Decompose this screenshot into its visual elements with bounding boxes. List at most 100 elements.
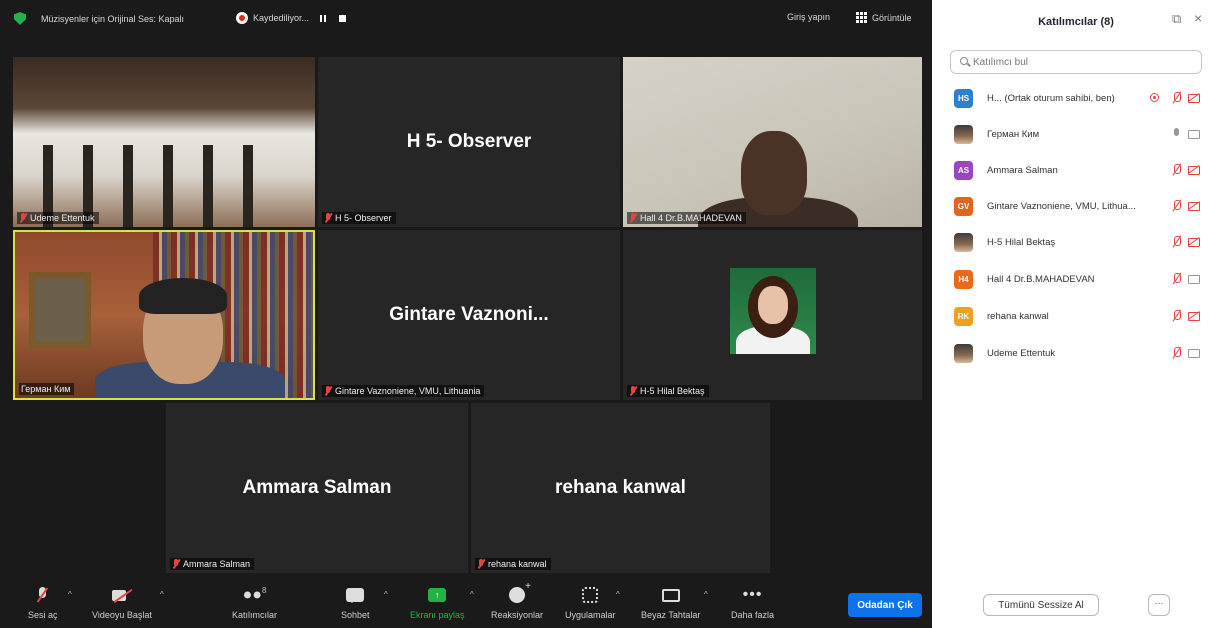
- mic-muted-icon[interactable]: [1172, 92, 1182, 103]
- mic-muted-icon[interactable]: [1172, 347, 1182, 358]
- profile-photo: [730, 268, 816, 354]
- video-tile-udeme[interactable]: Udeme Ettentuk: [13, 57, 315, 227]
- avatar: H4: [954, 269, 973, 289]
- participant-search-input[interactable]: [950, 50, 1202, 74]
- whiteboard-icon: [661, 588, 680, 602]
- participant-row[interactable]: RK rehana kanwal: [932, 298, 1220, 334]
- mic-muted-icon[interactable]: [1172, 164, 1182, 175]
- more-button[interactable]: ••• Daha fazla: [731, 584, 774, 621]
- shield-icon: [14, 12, 26, 25]
- avatar: [954, 232, 973, 252]
- mic-muted-icon[interactable]: [1172, 273, 1182, 284]
- participant-row[interactable]: AS Ammara Salman: [932, 152, 1220, 188]
- video-tile-h5-observer[interactable]: H 5- Observer H 5- Observer: [318, 57, 620, 227]
- video-tile-gintare[interactable]: Gintare Vaznoni... Gintare Vaznoniene, V…: [318, 230, 620, 400]
- tile-name: Hall 4 Dr.B.MAHADEVAN: [640, 213, 742, 223]
- leave-meeting-button[interactable]: Odadan Çık: [848, 593, 922, 617]
- video-options-chevron-icon[interactable]: ^: [160, 590, 164, 599]
- participants-count: 8: [261, 585, 267, 595]
- camera-icon[interactable]: [1188, 347, 1200, 358]
- participants-button[interactable]: ●●8 Katılımcılar: [232, 584, 277, 620]
- participant-name: Ammara Salman: [987, 164, 1058, 176]
- whiteboards-button[interactable]: Beyaz Tahtalar: [641, 584, 700, 620]
- tile-name-label: Udeme Ettentuk: [17, 212, 99, 224]
- video-tile-rehana[interactable]: rehana kanwal rehana kanwal: [471, 403, 770, 573]
- pause-recording-icon[interactable]: [320, 14, 327, 22]
- mic-muted-icon[interactable]: [1172, 200, 1182, 211]
- pop-out-icon[interactable]: ⧉: [1172, 11, 1181, 27]
- tile-name-label: Ammara Salman: [170, 558, 255, 570]
- more-options-button[interactable]: ···: [1148, 594, 1170, 616]
- reactions-label: Reaksiyonlar: [491, 610, 544, 620]
- camera-icon[interactable]: [1188, 273, 1200, 284]
- participant-row[interactable]: HS H... (Ortak oturum sahibi, ben): [932, 80, 1220, 116]
- tile-big-name: Ammara Salman: [242, 477, 392, 498]
- meeting-toolbar: Sesi aç ^ Videoyu Başlat ^ ●●8 Katılımcı…: [0, 580, 932, 628]
- apps-button[interactable]: Uygulamalar: [565, 584, 616, 620]
- participant-row[interactable]: H4 Hall 4 Dr.B.MAHADEVAN: [932, 261, 1220, 297]
- chat-icon: [346, 588, 365, 603]
- mic-muted-icon: [477, 559, 485, 569]
- participant-row[interactable]: Герман Ким: [932, 116, 1220, 152]
- stop-recording-icon[interactable]: [339, 14, 347, 22]
- camera-off-icon[interactable]: [1188, 164, 1200, 175]
- camera-off-icon[interactable]: [1188, 310, 1200, 321]
- video-tile-hall4[interactable]: Hall 4 Dr.B.MAHADEVAN: [623, 57, 922, 227]
- participant-name: Hall 4 Dr.B.MAHADEVAN: [987, 273, 1095, 285]
- participant-name: rehana kanwal: [987, 310, 1049, 322]
- camera-off-icon: [111, 589, 132, 602]
- recording-indicator: Kaydediliyor...: [236, 12, 347, 24]
- tile-name: H-5 Hilal Bektaş: [640, 386, 705, 396]
- share-options-chevron-icon[interactable]: ^: [470, 590, 474, 599]
- audio-mode-indicator[interactable]: Müzisyenler için Orijinal Ses: Kapalı: [14, 12, 184, 25]
- mic-icon[interactable]: [1172, 128, 1182, 139]
- mic-muted-icon: [629, 213, 637, 223]
- chat-options-chevron-icon[interactable]: ^: [384, 590, 388, 599]
- chat-button[interactable]: Sohbet: [341, 584, 370, 620]
- participant-name: H... (Ortak oturum sahibi, ben): [987, 92, 1115, 104]
- view-button[interactable]: Görüntüle: [856, 12, 912, 23]
- unmute-button[interactable]: Sesi aç: [28, 584, 58, 620]
- tile-name: H 5- Observer: [335, 213, 392, 223]
- reactions-button[interactable]: Reaksiyonlar: [491, 581, 544, 620]
- camera-off-icon[interactable]: [1188, 92, 1200, 103]
- video-tile-german-kim[interactable]: Герман Ким: [13, 230, 315, 400]
- apps-options-chevron-icon[interactable]: ^: [616, 590, 620, 599]
- participant-name: Gintare Vaznoniene, VMU, Lithua...: [987, 200, 1136, 212]
- video-tile-hilal[interactable]: H-5 Hilal Bektaş: [623, 230, 922, 400]
- mic-muted-icon: [19, 213, 27, 223]
- audio-mode-label: Müzisyenler için Orijinal Ses: Kapalı: [41, 13, 185, 24]
- start-video-label: Videoyu Başlat: [92, 610, 152, 620]
- camera-off-icon[interactable]: [1188, 200, 1200, 211]
- mic-muted-icon[interactable]: [1172, 310, 1182, 321]
- tile-big-name: H 5- Observer: [406, 131, 532, 152]
- tile-name: Udeme Ettentuk: [30, 213, 95, 223]
- tile-big-name: rehana kanwal: [555, 477, 686, 498]
- whiteboards-options-chevron-icon[interactable]: ^: [704, 590, 708, 599]
- mute-all-button[interactable]: Tümünü Sessize Al: [983, 594, 1099, 616]
- audio-options-chevron-icon[interactable]: ^: [68, 590, 72, 599]
- start-video-button[interactable]: Videoyu Başlat: [92, 584, 152, 620]
- participant-row[interactable]: H-5 Hilal Bektaş: [932, 224, 1220, 260]
- share-screen-button[interactable]: ↑ Ekranı paylaş: [410, 584, 465, 620]
- recording-label: Kaydediliyor...: [253, 13, 310, 23]
- participant-row[interactable]: GV Gintare Vaznoniene, VMU, Lithua...: [932, 188, 1220, 224]
- avatar: [954, 343, 973, 363]
- apps-icon: [582, 587, 599, 603]
- participants-label: Katılımcılar: [232, 610, 278, 620]
- whiteboards-label: Beyaz Tahtalar: [641, 610, 701, 620]
- tile-name-label: Hall 4 Dr.B.MAHADEVAN: [627, 212, 746, 224]
- close-icon[interactable]: ×: [1194, 10, 1202, 26]
- mic-muted-icon[interactable]: [1172, 236, 1182, 247]
- participants-icon: ●●8: [242, 585, 267, 604]
- tile-name-label: H-5 Hilal Bektaş: [627, 385, 709, 397]
- share-screen-label: Ekranı paylaş: [410, 610, 465, 620]
- search-icon: [960, 57, 968, 65]
- video-tile-ammara[interactable]: Ammara Salman Ammara Salman: [166, 403, 468, 573]
- camera-icon[interactable]: [1188, 128, 1200, 139]
- tile-name-label: H 5- Observer: [322, 212, 396, 224]
- participant-row[interactable]: Udeme Ettentuk: [932, 335, 1220, 371]
- camera-off-icon[interactable]: [1188, 236, 1200, 247]
- sign-in-button[interactable]: Giriş yapın: [787, 12, 830, 22]
- mic-muted-icon: [324, 213, 332, 223]
